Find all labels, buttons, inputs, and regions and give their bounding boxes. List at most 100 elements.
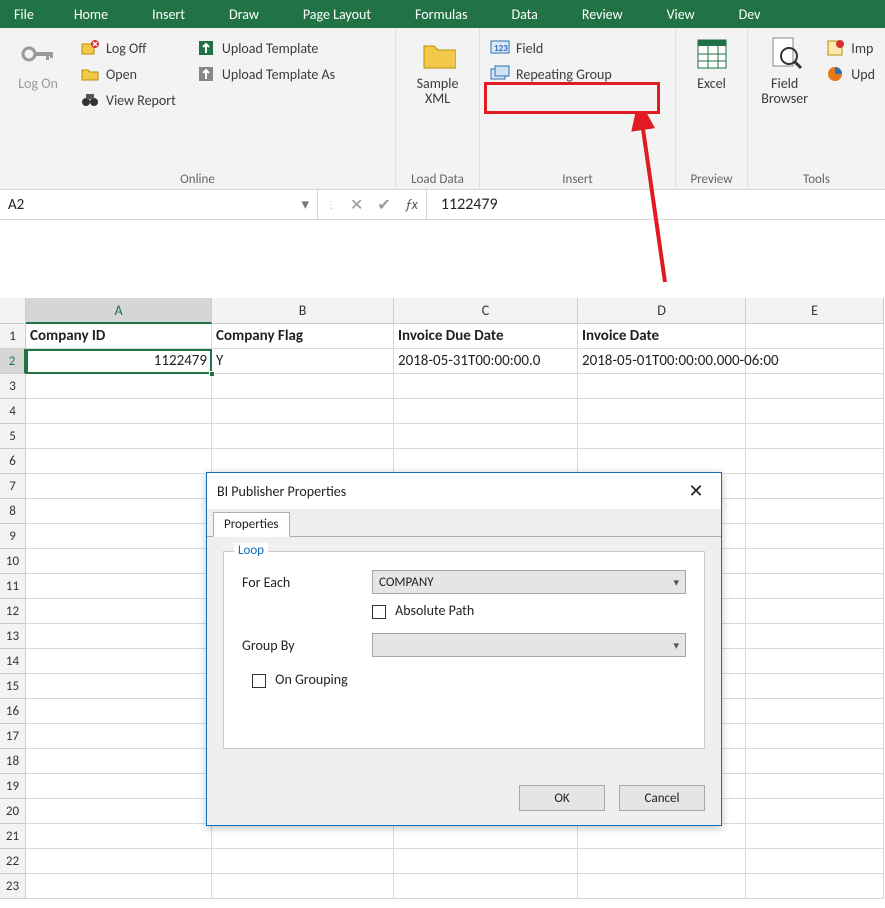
sample-xml-button[interactable]: Sample XML: [404, 34, 471, 107]
cell-a15[interactable]: [26, 674, 212, 699]
cell-a17[interactable]: [26, 724, 212, 749]
cell-a5[interactable]: [26, 424, 212, 449]
absolute-path-checkbox[interactable]: [372, 605, 386, 619]
row-header-10[interactable]: 10: [0, 549, 26, 574]
cell-d23[interactable]: [578, 874, 746, 899]
row-header-1[interactable]: 1: [0, 324, 26, 349]
cell-e21[interactable]: [746, 824, 884, 849]
tab-formulas[interactable]: Formulas: [393, 0, 489, 28]
cell-e6[interactable]: [746, 449, 884, 474]
for-each-select[interactable]: COMPANY ▾: [372, 570, 686, 594]
ok-button[interactable]: OK: [519, 785, 605, 811]
name-box-dropdown-icon[interactable]: ▾: [301, 195, 309, 214]
cell-d6[interactable]: [578, 449, 746, 474]
dialog-close-button[interactable]: ✕: [681, 480, 711, 502]
cell-a19[interactable]: [26, 774, 212, 799]
cell-a3[interactable]: [26, 374, 212, 399]
cell-a7[interactable]: [26, 474, 212, 499]
on-grouping-checkbox[interactable]: [252, 674, 266, 688]
excel-preview-button[interactable]: Excel: [684, 34, 739, 91]
cell-e11[interactable]: [746, 574, 884, 599]
cell-a1[interactable]: Company ID: [26, 324, 212, 349]
open-button[interactable]: Open: [78, 62, 178, 86]
cell-e12[interactable]: [746, 599, 884, 624]
cell-a22[interactable]: [26, 849, 212, 874]
tab-draw[interactable]: Draw: [207, 0, 281, 28]
cell-a20[interactable]: [26, 799, 212, 824]
import-button[interactable]: Imp: [823, 36, 877, 60]
cell-c2[interactable]: 2018-05-31T00:00:00.0: [394, 349, 578, 374]
row-header-14[interactable]: 14: [0, 649, 26, 674]
row-header-15[interactable]: 15: [0, 674, 26, 699]
cell-c22[interactable]: [394, 849, 578, 874]
cell-a23[interactable]: [26, 874, 212, 899]
cell-a2[interactable]: 1122479: [26, 349, 212, 374]
tab-page-layout[interactable]: Page Layout: [281, 0, 393, 28]
cell-d3[interactable]: [578, 374, 746, 399]
cell-a9[interactable]: [26, 524, 212, 549]
row-header-4[interactable]: 4: [0, 399, 26, 424]
cell-c21[interactable]: [394, 824, 578, 849]
name-box[interactable]: A2 ▾: [0, 190, 318, 219]
cell-b6[interactable]: [212, 449, 394, 474]
row-header-8[interactable]: 8: [0, 499, 26, 524]
upload-template-as-button[interactable]: Upload Template As: [194, 62, 337, 86]
cell-e3[interactable]: [746, 374, 884, 399]
row-header-19[interactable]: 19: [0, 774, 26, 799]
row-header-6[interactable]: 6: [0, 449, 26, 474]
field-button[interactable]: 123 Field: [488, 36, 614, 60]
logon-button[interactable]: Log On: [8, 34, 68, 91]
field-browser-button[interactable]: Field Browser: [756, 34, 813, 107]
accept-formula-icon[interactable]: ✔: [377, 195, 390, 215]
cell-b23[interactable]: [212, 874, 394, 899]
update-button[interactable]: Upd: [823, 62, 877, 86]
col-header-c[interactable]: C: [394, 298, 578, 324]
upload-template-button[interactable]: Upload Template: [194, 36, 337, 60]
cell-c1[interactable]: Invoice Due Date: [394, 324, 578, 349]
col-header-e[interactable]: E: [746, 298, 884, 324]
cell-d1[interactable]: Invoice Date: [578, 324, 746, 349]
cell-e17[interactable]: [746, 724, 884, 749]
tab-data[interactable]: Data: [489, 0, 559, 28]
tab-review[interactable]: Review: [560, 0, 645, 28]
cell-c6[interactable]: [394, 449, 578, 474]
row-header-2[interactable]: 2: [0, 349, 26, 374]
cell-c5[interactable]: [394, 424, 578, 449]
cell-d5[interactable]: [578, 424, 746, 449]
select-all-corner[interactable]: [0, 298, 26, 324]
group-by-select[interactable]: ▾: [372, 633, 686, 657]
cell-c4[interactable]: [394, 399, 578, 424]
cell-b4[interactable]: [212, 399, 394, 424]
cell-e8[interactable]: [746, 499, 884, 524]
cell-a21[interactable]: [26, 824, 212, 849]
row-header-12[interactable]: 12: [0, 599, 26, 624]
cell-a4[interactable]: [26, 399, 212, 424]
cell-e22[interactable]: [746, 849, 884, 874]
cancel-formula-icon[interactable]: ✕: [350, 195, 363, 215]
cell-e23[interactable]: [746, 874, 884, 899]
tab-insert[interactable]: Insert: [130, 0, 207, 28]
cell-e14[interactable]: [746, 649, 884, 674]
cell-d22[interactable]: [578, 849, 746, 874]
tab-file[interactable]: File: [0, 0, 52, 28]
cell-d2[interactable]: 2018-05-01T00:00:00.000-06:00: [578, 349, 746, 374]
row-header-16[interactable]: 16: [0, 699, 26, 724]
cell-c23[interactable]: [394, 874, 578, 899]
logoff-button[interactable]: Log Off: [78, 36, 178, 60]
view-report-button[interactable]: View Report: [78, 88, 178, 112]
row-header-7[interactable]: 7: [0, 474, 26, 499]
cell-b5[interactable]: [212, 424, 394, 449]
cell-a16[interactable]: [26, 699, 212, 724]
row-header-3[interactable]: 3: [0, 374, 26, 399]
cell-e19[interactable]: [746, 774, 884, 799]
insert-function-icon[interactable]: ƒx: [405, 196, 418, 213]
row-header-9[interactable]: 9: [0, 524, 26, 549]
row-header-11[interactable]: 11: [0, 574, 26, 599]
cell-e2[interactable]: [746, 349, 884, 374]
row-header-18[interactable]: 18: [0, 749, 26, 774]
row-header-5[interactable]: 5: [0, 424, 26, 449]
tab-view[interactable]: View: [645, 0, 717, 28]
cell-e4[interactable]: [746, 399, 884, 424]
cell-e10[interactable]: [746, 549, 884, 574]
cell-b3[interactable]: [212, 374, 394, 399]
